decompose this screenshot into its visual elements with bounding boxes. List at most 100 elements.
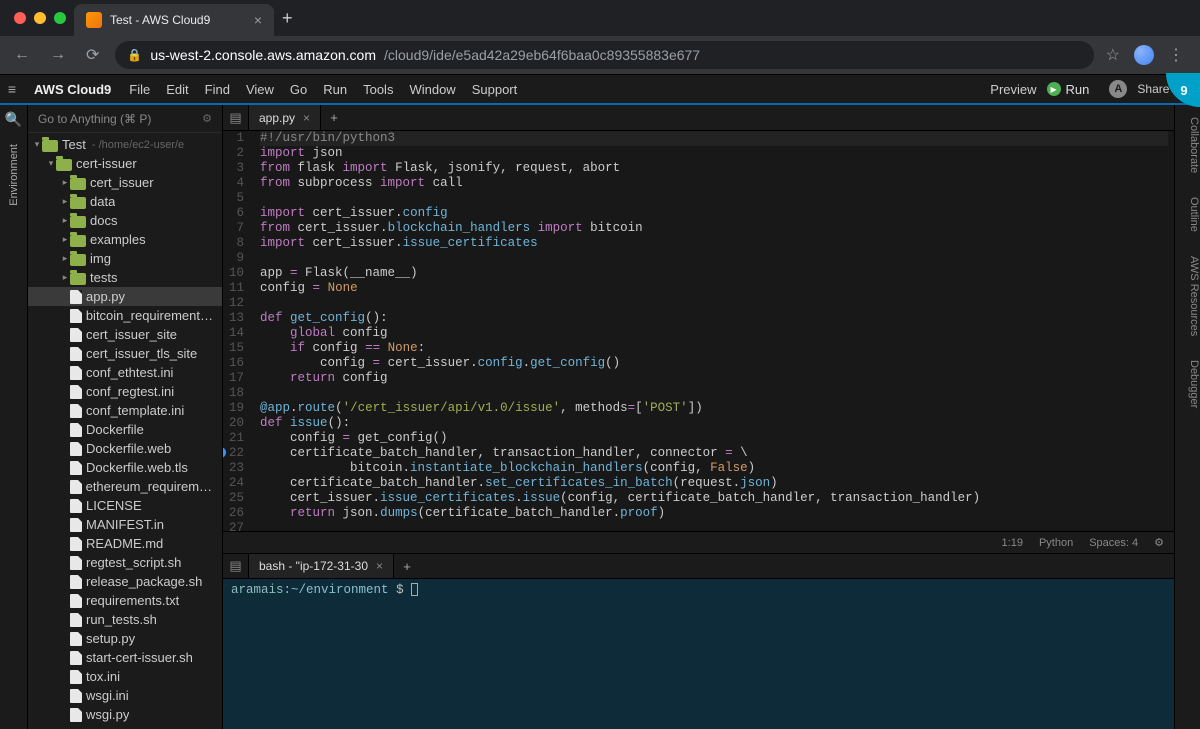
tab-list-icon[interactable]: ▤: [223, 105, 249, 130]
main-area: ▤ app.py × + 123456789101112131415161718…: [223, 105, 1174, 729]
reload-button[interactable]: ⟳: [82, 41, 103, 69]
folder-item[interactable]: ▸cert_issuer: [28, 173, 222, 192]
right-rail-tab[interactable]: Collaborate: [1175, 105, 1200, 185]
file-item[interactable]: conf_regtest.ini: [28, 382, 222, 401]
browser-tab[interactable]: Test - AWS Cloud9 ×: [74, 4, 274, 36]
file-item[interactable]: README.md: [28, 534, 222, 553]
favicon-icon: [86, 12, 102, 28]
editor-tabs: ▤ app.py × +: [223, 105, 1174, 131]
maximize-window-button[interactable]: [54, 12, 66, 24]
file-item[interactable]: cert_issuer_tls_site: [28, 344, 222, 363]
menu-edit[interactable]: Edit: [158, 82, 196, 97]
environment-panel-tab[interactable]: Environment: [8, 134, 20, 216]
url-input[interactable]: 🔒 us-west-2.console.aws.amazon.com/cloud…: [115, 41, 1093, 69]
bookmark-icon[interactable]: ☆: [1106, 45, 1120, 65]
terminal-tab-list-icon[interactable]: ▤: [223, 554, 249, 578]
file-item[interactable]: Dockerfile.web: [28, 439, 222, 458]
terminal-tab[interactable]: bash - "ip-172-31-30 ×: [249, 554, 394, 578]
ide-logo: AWS Cloud9: [24, 82, 121, 97]
language-mode[interactable]: Python: [1039, 537, 1073, 549]
editor-tab-app-py[interactable]: app.py ×: [249, 105, 321, 130]
right-rail-tab[interactable]: AWS Resources: [1175, 244, 1200, 348]
search-icon[interactable]: 🔍: [5, 105, 22, 134]
code-editor[interactable]: 1234567891011121314151617181920212223242…: [223, 131, 1174, 531]
folder-item[interactable]: ▸img: [28, 249, 222, 268]
indent-setting[interactable]: Spaces: 4: [1089, 537, 1138, 549]
file-item[interactable]: app.py: [28, 287, 222, 306]
cloud9-badge-icon[interactable]: 9: [1166, 73, 1200, 107]
file-item[interactable]: setup.py: [28, 629, 222, 648]
file-item[interactable]: bitcoin_requirements.tx: [28, 306, 222, 325]
right-rail-tab[interactable]: Debugger: [1175, 348, 1200, 420]
file-item[interactable]: MANIFEST.in: [28, 515, 222, 534]
menu-tools[interactable]: Tools: [355, 82, 401, 97]
file-item[interactable]: regtest_script.sh: [28, 553, 222, 572]
file-item[interactable]: start-cert-issuer.sh: [28, 648, 222, 667]
hamburger-icon[interactable]: ≡: [0, 81, 24, 97]
menu-window[interactable]: Window: [401, 82, 463, 97]
goto-placeholder: Go to Anything (⌘ P): [38, 112, 151, 126]
folder-item[interactable]: ▸data: [28, 192, 222, 211]
file-explorer: Go to Anything (⌘ P) ⚙ ▾Test- /home/ec2-…: [28, 105, 223, 729]
file-item[interactable]: requirements.txt: [28, 591, 222, 610]
folder-item[interactable]: ▸examples: [28, 230, 222, 249]
preview-button[interactable]: Preview: [990, 82, 1036, 97]
status-gear-icon[interactable]: ⚙: [1154, 536, 1164, 549]
file-item[interactable]: Dockerfile.web.tls: [28, 458, 222, 477]
url-path: /cloud9/ide/e5ad42a29eb64f6baa0c89355883…: [384, 47, 700, 63]
file-item[interactable]: ethereum_requirements: [28, 477, 222, 496]
file-item[interactable]: conf_ethtest.ini: [28, 363, 222, 382]
file-item[interactable]: cert_issuer_site: [28, 325, 222, 344]
new-terminal-tab-button[interactable]: +: [394, 554, 420, 578]
menu-find[interactable]: Find: [197, 82, 238, 97]
back-button[interactable]: ←: [10, 42, 34, 68]
run-button[interactable]: ▶ Run: [1047, 82, 1090, 97]
forward-button[interactable]: →: [46, 42, 70, 68]
url-host: us-west-2.console.aws.amazon.com: [150, 47, 376, 63]
right-rail: CollaborateOutlineAWS ResourcesDebugger: [1174, 105, 1200, 729]
browser-menu-icon[interactable]: ⋮: [1168, 45, 1184, 65]
file-item[interactable]: release_package.sh: [28, 572, 222, 591]
new-editor-tab-button[interactable]: +: [321, 105, 347, 130]
editor-tab-label: app.py: [259, 111, 295, 125]
goto-anything-input[interactable]: Go to Anything (⌘ P) ⚙: [28, 105, 222, 133]
menu-view[interactable]: View: [238, 82, 282, 97]
file-item[interactable]: run_tests.sh: [28, 610, 222, 629]
user-avatar[interactable]: A: [1109, 80, 1127, 98]
file-item[interactable]: Dockerfile: [28, 420, 222, 439]
menu-file[interactable]: File: [121, 82, 158, 97]
menu-go[interactable]: Go: [282, 82, 315, 97]
menu-run[interactable]: Run: [315, 82, 355, 97]
close-window-button[interactable]: [14, 12, 26, 24]
folder-item[interactable]: ▸tests: [28, 268, 222, 287]
folder-item[interactable]: ▾cert-issuer: [28, 154, 222, 173]
file-item[interactable]: tox.ini: [28, 667, 222, 686]
minimize-window-button[interactable]: [34, 12, 46, 24]
code-content[interactable]: #!/usr/bin/python3import jsonfrom flask …: [254, 131, 1174, 531]
tab-title: Test - AWS Cloud9: [110, 13, 210, 27]
tree-settings-icon[interactable]: ⚙: [202, 112, 212, 125]
new-tab-button[interactable]: +: [282, 8, 293, 29]
left-rail: 🔍 Environment: [0, 105, 28, 729]
folder-item[interactable]: ▾Test- /home/ec2-user/e: [28, 135, 222, 154]
terminal[interactable]: aramais:~/environment $: [223, 579, 1174, 729]
file-item[interactable]: wsgi.ini: [28, 686, 222, 705]
close-icon[interactable]: ×: [303, 111, 310, 125]
file-tree[interactable]: ▾Test- /home/ec2-user/e▾cert-issuer▸cert…: [28, 133, 222, 729]
browser-tabbar: Test - AWS Cloud9 × +: [0, 0, 1200, 36]
terminal-cursor: [411, 583, 418, 596]
menu-support[interactable]: Support: [464, 82, 526, 97]
folder-item[interactable]: ▸docs: [28, 211, 222, 230]
share-button[interactable]: Share: [1137, 82, 1169, 96]
cursor-position[interactable]: 1:19: [1002, 537, 1023, 549]
close-tab-icon[interactable]: ×: [254, 12, 262, 28]
right-rail-tab[interactable]: Outline: [1175, 185, 1200, 244]
close-icon[interactable]: ×: [376, 559, 383, 573]
profile-avatar-icon[interactable]: [1134, 45, 1154, 65]
menu-items: FileEditFindViewGoRunToolsWindowSupport: [121, 82, 525, 97]
file-item[interactable]: conf_template.ini: [28, 401, 222, 420]
file-item[interactable]: wsgi.py: [28, 705, 222, 724]
play-icon: ▶: [1047, 82, 1061, 96]
terminal-user: aramais: [231, 583, 284, 597]
file-item[interactable]: LICENSE: [28, 496, 222, 515]
